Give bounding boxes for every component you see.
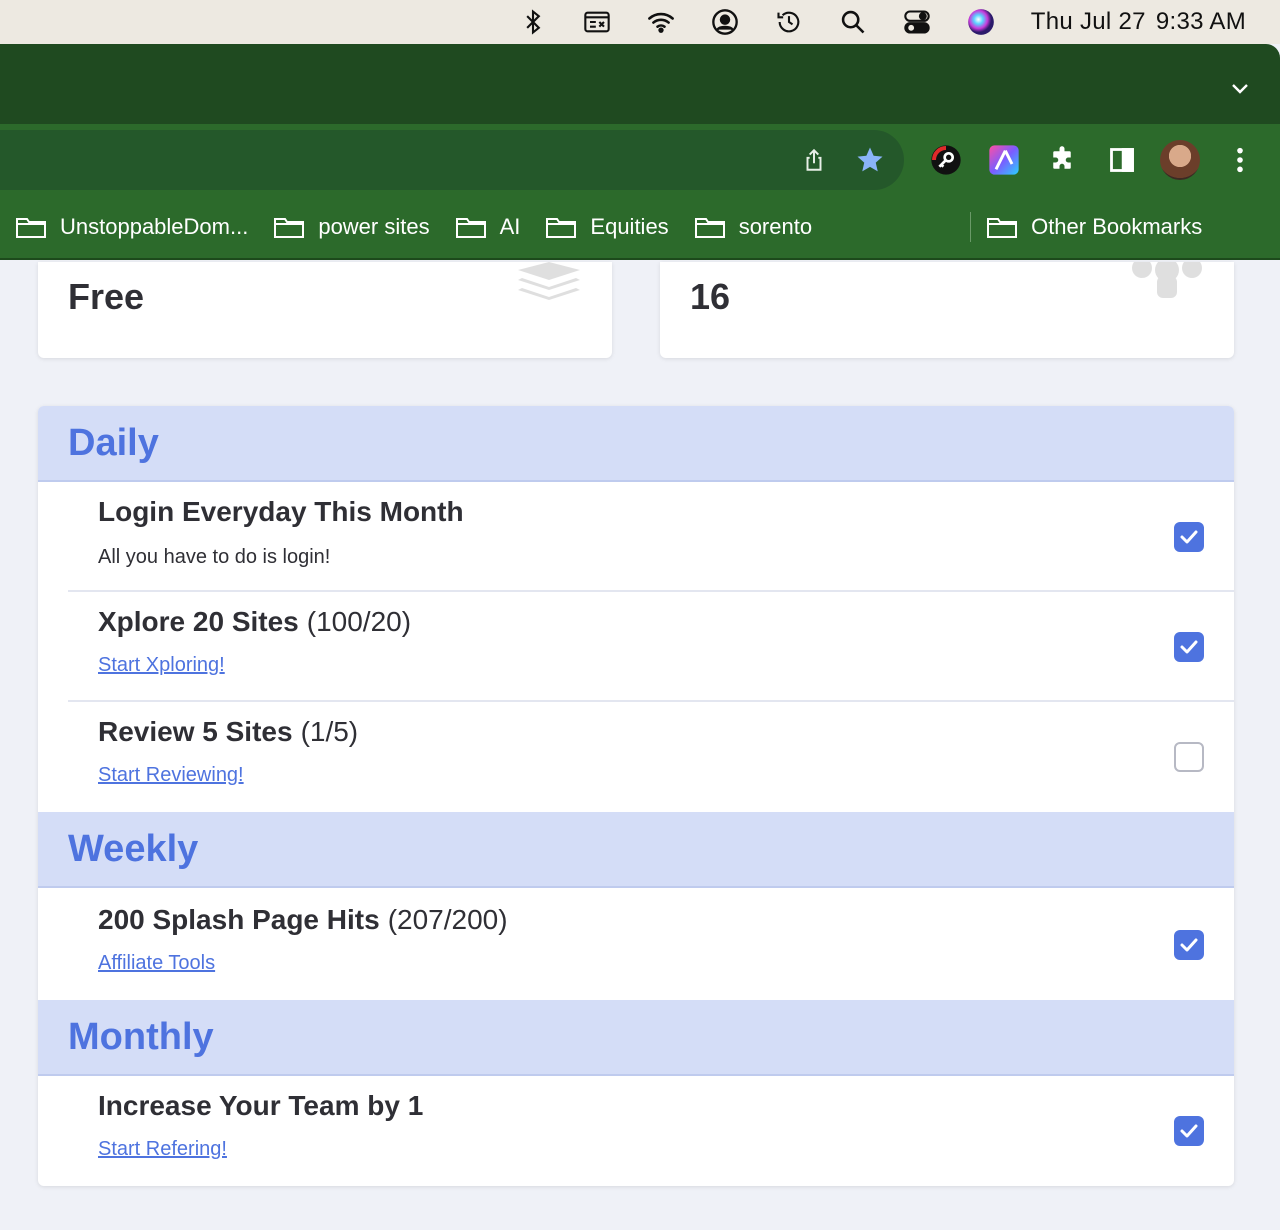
bookmarks-bar: UnstoppableDom... power sites AI Equitie…: [0, 196, 1280, 260]
user-account-icon[interactable]: [709, 6, 741, 38]
keyboard-viewer-icon[interactable]: [581, 6, 613, 38]
daily-section-header: Daily: [38, 406, 1234, 482]
daily-section-title: Daily: [68, 422, 159, 464]
weekly-section-title: Weekly: [68, 828, 199, 870]
monthly-section-title: Monthly: [68, 1016, 214, 1058]
folder-icon: [987, 218, 1018, 238]
task-subtitle: All you have to do is login!: [98, 546, 331, 568]
task-row-increase-team: Increase Your Team by 1 Start Refering!: [68, 1076, 1234, 1186]
bookmark-label: power sites: [318, 214, 430, 239]
macos-menu-bar: Thu Jul 27 9:33 AM: [0, 0, 1280, 44]
task-title: Login Everyday This Month: [98, 496, 464, 528]
task-title: Review 5 Sites (1/5): [98, 716, 358, 748]
task-progress: (100/20): [306, 606, 412, 637]
other-bookmarks-folder[interactable]: Other Bookmarks: [987, 214, 1202, 240]
task-row-login-everyday: Login Everyday This Month All you have t…: [68, 482, 1234, 592]
profile-avatar[interactable]: [1160, 140, 1200, 180]
checkmark-icon: [1180, 640, 1198, 654]
task-progress: (207/200): [387, 904, 508, 935]
monthly-section-header: Monthly: [38, 1000, 1234, 1076]
layers-icon: [518, 262, 580, 300]
control-center-icon[interactable]: [901, 6, 933, 38]
menu-bar-time: 9:33 AM: [1155, 8, 1246, 35]
users-group-icon: [1132, 262, 1202, 298]
folder-icon: [694, 218, 725, 238]
tab-search-chevron-down-icon[interactable]: [1228, 76, 1252, 100]
tasks-card: Daily Login Everyday This Month All you …: [38, 406, 1234, 1186]
start-reviewing-link[interactable]: Start Reviewing!: [98, 764, 244, 787]
task-title-text: Increase Your Team by 1: [98, 1090, 424, 1121]
other-bookmarks-label: Other Bookmarks: [1031, 214, 1203, 239]
checkmark-icon: [1180, 1124, 1198, 1138]
team-count-stat-card: 16: [660, 262, 1234, 358]
wifi-icon[interactable]: [645, 6, 677, 38]
start-refering-link[interactable]: Start Refering!: [98, 1138, 227, 1161]
color-app-extension-icon[interactable]: [986, 142, 1022, 178]
bookmark-folder-ai[interactable]: AI: [455, 214, 521, 240]
start-xploring-link[interactable]: Start Xploring!: [98, 654, 225, 677]
bookmark-folder-equities[interactable]: Equities: [546, 214, 669, 240]
weekly-section-header: Weekly: [38, 812, 1234, 888]
siri-icon[interactable]: [965, 6, 997, 38]
task-row-xplore-sites: Xplore 20 Sites (100/20) Start Xploring!: [68, 592, 1234, 702]
bluetooth-icon[interactable]: [517, 6, 549, 38]
menu-kebab-icon[interactable]: [1222, 142, 1258, 178]
browser-tab-strip: [0, 44, 1280, 124]
bookmark-folder-unstoppabledom[interactable]: UnstoppableDom...: [16, 214, 248, 240]
folder-icon: [274, 218, 305, 238]
bookmarks-divider: [970, 212, 972, 242]
task-title: Xplore 20 Sites (100/20): [98, 606, 411, 638]
task-checkbox-checked[interactable]: [1174, 522, 1204, 552]
bookmark-label: Equities: [590, 214, 669, 239]
browser-toolbar: [0, 124, 1280, 196]
task-title-text: 200 Splash Page Hits: [98, 904, 380, 935]
task-checkbox-unchecked[interactable]: [1174, 742, 1204, 772]
task-checkbox-checked[interactable]: [1174, 930, 1204, 960]
bookmark-label: UnstoppableDom...: [60, 214, 249, 239]
side-panel-icon[interactable]: [1104, 142, 1140, 178]
share-icon[interactable]: [796, 142, 832, 178]
team-count-value: 16: [690, 276, 731, 317]
spotlight-search-icon[interactable]: [837, 6, 869, 38]
folder-icon: [455, 218, 486, 238]
checkmark-icon: [1180, 530, 1198, 544]
menu-bar-clock[interactable]: Thu Jul 27 9:33 AM: [1031, 8, 1246, 36]
task-row-splash-page-hits: 200 Splash Page Hits (207/200) Affiliate …: [68, 890, 1234, 1000]
task-checkbox-checked[interactable]: [1174, 632, 1204, 662]
folder-icon: [546, 218, 577, 238]
membership-stat-card: Free: [38, 262, 612, 358]
bookmark-folder-power-sites[interactable]: power sites: [274, 214, 430, 240]
bookmark-label: AI: [499, 214, 521, 239]
task-title-text: Review 5 Sites: [98, 716, 293, 747]
membership-value: Free: [68, 276, 145, 317]
folder-icon: [16, 218, 46, 238]
task-progress: (1/5): [300, 716, 359, 747]
bookmark-star-icon[interactable]: [852, 142, 888, 178]
task-title-text: Login Everyday This Month: [98, 496, 464, 527]
task-title-text: Xplore 20 Sites: [98, 606, 299, 637]
password-extension-icon[interactable]: [928, 142, 964, 178]
menu-bar-date: Thu Jul 27: [1030, 8, 1146, 35]
bookmark-folder-sorento[interactable]: sorento: [694, 214, 813, 240]
task-title: Increase Your Team by 1: [98, 1090, 423, 1122]
task-checkbox-checked[interactable]: [1174, 1116, 1204, 1146]
extensions-puzzle-icon[interactable]: [1044, 142, 1080, 178]
task-row-review-sites: Review 5 Sites (1/5) Start Reviewing!: [68, 702, 1234, 812]
task-title: 200 Splash Page Hits (207/200): [98, 904, 508, 936]
bookmark-label: sorento: [738, 214, 813, 239]
time-machine-icon[interactable]: [773, 6, 805, 38]
affiliate-tools-link[interactable]: Affiliate Tools: [98, 952, 215, 975]
address-bar[interactable]: [0, 130, 904, 190]
checkmark-icon: [1180, 938, 1198, 952]
